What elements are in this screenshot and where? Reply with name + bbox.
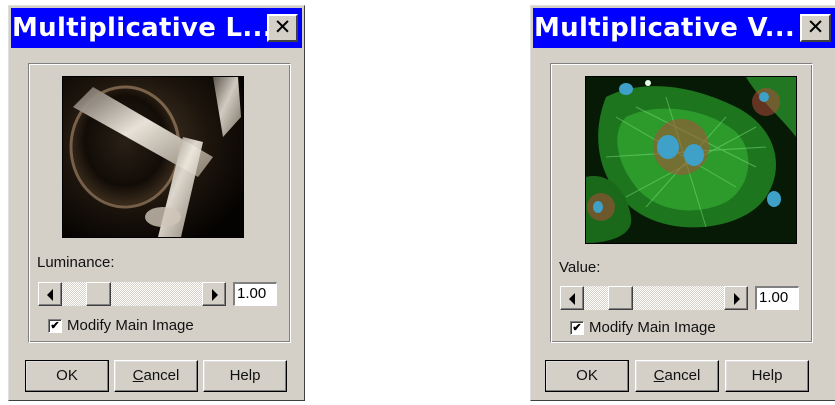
close-icon: ✕ (806, 15, 825, 39)
close-icon: ✕ (273, 15, 292, 39)
modify-main-image-label: Modify Main Image (589, 319, 716, 336)
preview-image (585, 76, 797, 244)
dialog-title: Multiplicative L... (12, 13, 273, 43)
modify-main-image-checkbox[interactable]: ✔ (48, 319, 62, 333)
cancel-mnemonic: C (653, 367, 665, 384)
value-slider[interactable] (560, 286, 748, 310)
close-button[interactable]: ✕ (267, 14, 298, 42)
slider-thumb[interactable] (86, 282, 111, 306)
settings-panel: Luminance: 1.00 ✔ Modify Main Image (28, 63, 291, 343)
help-button[interactable]: Help (203, 360, 287, 392)
ok-button[interactable]: OK (545, 360, 629, 392)
value-label: Value: (559, 259, 601, 276)
cancel-button[interactable]: Cancel (635, 360, 719, 392)
settings-panel: Value: 1.00 ✔ Modify Main Image (550, 63, 813, 343)
cancel-label: ancel (143, 367, 180, 384)
help-button[interactable]: Help (725, 360, 809, 392)
left-arrow-icon (569, 293, 575, 305)
close-button[interactable]: ✕ (800, 14, 831, 42)
title-bar[interactable]: Multiplicative L... ✕ (11, 8, 302, 48)
preview-image (62, 76, 244, 238)
multiplicative-value-dialog: Multiplicative V... ✕ Value: 1.00 ✔ Modi… (530, 5, 835, 401)
cancel-mnemonic: C (132, 367, 144, 384)
multiplicative-luminance-dialog: Multiplicative L... ✕ Luminance: 1.00 ✔ … (8, 5, 305, 401)
slider-left-button[interactable] (560, 286, 584, 310)
modify-main-image-checkbox[interactable]: ✔ (570, 321, 584, 335)
value-field[interactable]: 1.00 (755, 286, 799, 310)
luminance-value-field[interactable]: 1.00 (233, 282, 277, 306)
modify-main-image-label: Modify Main Image (67, 317, 194, 334)
right-arrow-icon (212, 289, 218, 301)
cancel-button[interactable]: Cancel (114, 360, 198, 392)
slider-left-button[interactable] (38, 282, 62, 306)
metal-tips-photo-icon (63, 77, 243, 237)
slider-right-button[interactable] (724, 286, 748, 310)
fluorescent-cells-photo-icon (586, 77, 796, 243)
slider-right-button[interactable] (202, 282, 226, 306)
left-arrow-icon (47, 289, 53, 301)
right-arrow-icon (734, 293, 740, 305)
luminance-label: Luminance: (37, 254, 115, 271)
ok-button[interactable]: OK (25, 360, 109, 392)
slider-thumb[interactable] (608, 286, 633, 310)
luminance-slider[interactable] (38, 282, 226, 306)
cancel-label: ancel (664, 367, 701, 384)
title-bar[interactable]: Multiplicative V... ✕ (533, 8, 835, 48)
dialog-title: Multiplicative V... (534, 13, 796, 43)
